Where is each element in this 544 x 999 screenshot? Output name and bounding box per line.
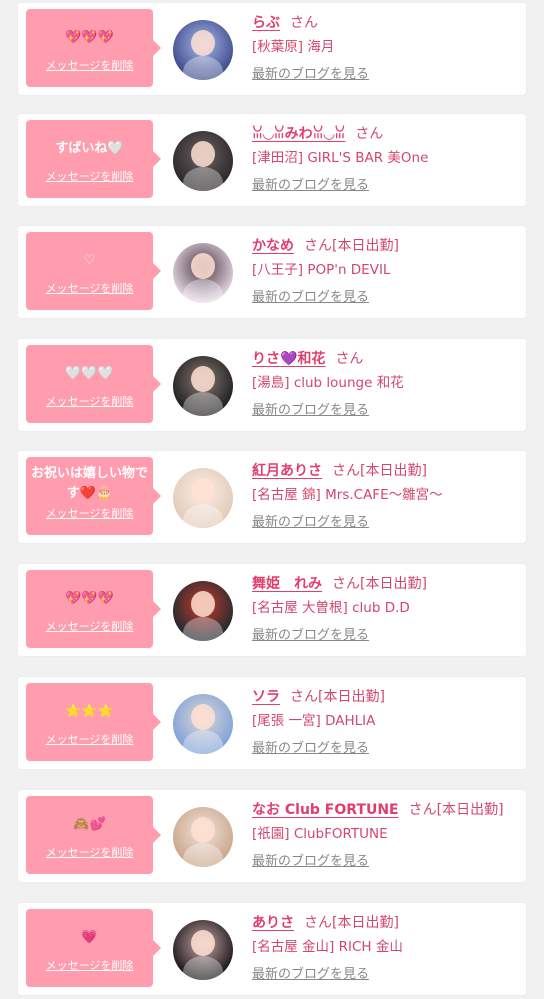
latest-blog-link[interactable]: 最新のブログを見る xyxy=(252,63,369,87)
avatar[interactable] xyxy=(173,243,233,303)
cast-info: ありさ さん[本日出勤] [名古屋 金山] RICH 金山 最新のブログを見る xyxy=(252,910,518,987)
cast-name-link[interactable]: かなめ xyxy=(252,238,294,254)
cast-name-link[interactable]: 紅月ありさ xyxy=(252,463,322,479)
message-card: ⭐⭐⭐ メッセージを削除 ソラ さん[本日出勤] [尾張 一宮] DAHLIA 最… xyxy=(18,677,526,769)
attendance-status: [本日出勤] xyxy=(332,915,399,931)
shop-name: [名古屋 大曽根] club D.D xyxy=(252,600,410,616)
honorific: さん xyxy=(335,351,364,367)
message-bubble: すばいね🤍 メッセージを削除 xyxy=(26,120,161,198)
message-bubble: 🙈💕 メッセージを削除 xyxy=(26,796,161,874)
cast-name-link[interactable]: りさ💜和花 xyxy=(252,351,325,367)
delete-message-link[interactable]: メッセージを削除 xyxy=(26,618,153,634)
attendance-status: [本日出勤] xyxy=(332,238,399,254)
message-card: 🙈💕 メッセージを削除 なお Club FORTUNE さん[本日出勤] [祇園]… xyxy=(18,790,526,882)
delete-message-link[interactable]: メッセージを削除 xyxy=(26,168,153,184)
message-text: お祝いは嬉しい物です❤️🎂 xyxy=(30,466,148,501)
shop-name: [祇園] ClubFORTUNE xyxy=(252,826,388,842)
message-bubble: ⭐⭐⭐ メッセージを削除 xyxy=(26,683,161,761)
attendance-status: [本日出勤] xyxy=(318,689,385,705)
latest-blog-link[interactable]: 最新のブログを見る xyxy=(252,511,369,535)
latest-blog-link[interactable]: 最新のブログを見る xyxy=(252,737,369,761)
cast-name-link[interactable]: らぶ xyxy=(252,15,280,31)
delete-message-link[interactable]: メッセージを削除 xyxy=(26,393,153,409)
cast-name-link[interactable]: ソラ xyxy=(252,689,280,705)
latest-blog-link[interactable]: 最新のブログを見る xyxy=(252,624,369,648)
cast-info: ソラ さん[本日出勤] [尾張 一宮] DAHLIA 最新のブログを見る xyxy=(252,684,518,761)
honorific: さん xyxy=(355,126,384,142)
avatar[interactable] xyxy=(173,20,233,80)
avatar[interactable] xyxy=(173,356,233,416)
cast-name-link[interactable]: ありさ xyxy=(252,915,294,931)
message-bubble: 💖💖💖 メッセージを削除 xyxy=(26,570,161,648)
avatar[interactable] xyxy=(173,468,233,528)
shop-name: [秋葉原] 海月 xyxy=(252,39,335,55)
delete-message-link[interactable]: メッセージを削除 xyxy=(26,280,153,296)
delete-message-link[interactable]: メッセージを削除 xyxy=(26,957,153,973)
delete-message-link[interactable]: メッセージを削除 xyxy=(26,731,153,747)
message-text: 💖💖💖 xyxy=(65,30,114,45)
cast-info: ꈍ◡ꈍみわꈍ◡ꈍ さん [津田沼] GIRL'S BAR 美One 最新のブログを… xyxy=(252,121,518,198)
cast-info: かなめ さん[本日出勤] [八王子] POP'n DEVIL 最新のブログを見る xyxy=(252,233,518,310)
shop-name: [津田沼] GIRL'S BAR 美One xyxy=(252,150,429,166)
cast-info: 紅月ありさ さん[本日出勤] [名古屋 錦] Mrs.CAFE～雛宮～ 最新のブロ… xyxy=(252,458,518,535)
message-card: 🤍🤍🤍 メッセージを削除 りさ💜和花 さん [湯島] club lounge 和花… xyxy=(18,339,526,431)
cast-info: りさ💜和花 さん [湯島] club lounge 和花 最新のブログを見る xyxy=(252,346,518,423)
message-bubble: 🤍🤍🤍 メッセージを削除 xyxy=(26,345,161,423)
message-text: ⭐⭐⭐ xyxy=(65,704,114,719)
shop-name: [湯島] club lounge 和花 xyxy=(252,375,404,391)
avatar[interactable] xyxy=(173,694,233,754)
avatar[interactable] xyxy=(173,131,233,191)
avatar[interactable] xyxy=(173,581,233,641)
delete-message-link[interactable]: メッセージを削除 xyxy=(26,844,153,860)
attendance-status: [本日出勤] xyxy=(360,576,427,592)
honorific: さん xyxy=(290,15,318,31)
message-card: お祝いは嬉しい物です❤️🎂 メッセージを削除 紅月ありさ さん[本日出勤] [名古… xyxy=(18,451,526,543)
message-text: 💗 xyxy=(81,930,98,945)
shop-name: [尾張 一宮] DAHLIA xyxy=(252,713,376,729)
latest-blog-link[interactable]: 最新のブログを見る xyxy=(252,399,369,423)
latest-blog-link[interactable]: 最新のブログを見る xyxy=(252,963,369,987)
cast-name-link[interactable]: ꈍ◡ꈍみわꈍ◡ꈍ xyxy=(252,126,345,142)
message-list: 💖💖💖 メッセージを削除 らぶ さん [秋葉原] 海月 最新のブログを見る すばい… xyxy=(0,0,544,999)
avatar[interactable] xyxy=(173,807,233,867)
latest-blog-link[interactable]: 最新のブログを見る xyxy=(252,174,369,198)
honorific: さん xyxy=(408,802,437,818)
message-bubble: ♡ メッセージを削除 xyxy=(26,232,161,310)
message-card: すばいね🤍 メッセージを削除 ꈍ◡ꈍみわꈍ◡ꈍ さん [津田沼] GIRL'S B… xyxy=(18,114,526,206)
delete-message-link[interactable]: メッセージを削除 xyxy=(26,57,153,73)
honorific: さん xyxy=(290,689,318,705)
message-card: 💖💖💖 メッセージを削除 らぶ さん [秋葉原] 海月 最新のブログを見る xyxy=(18,3,526,95)
message-text: 🤍🤍🤍 xyxy=(65,366,114,381)
honorific: さん xyxy=(332,463,360,479)
cast-info: なお Club FORTUNE さん[本日出勤] [祇園] ClubFORTUNE… xyxy=(252,797,518,874)
honorific: さん xyxy=(304,915,332,931)
cast-info: 舞姫 れみ さん[本日出勤] [名古屋 大曽根] club D.D 最新のブログを… xyxy=(252,571,518,648)
attendance-status: [本日出勤] xyxy=(360,463,427,479)
honorific: さん xyxy=(304,238,332,254)
message-bubble: 💖💖💖 メッセージを削除 xyxy=(26,9,161,87)
message-card: 💗 メッセージを削除 ありさ さん[本日出勤] [名古屋 金山] RICH 金山 … xyxy=(18,903,526,995)
message-text: すばいね🤍 xyxy=(55,141,124,156)
attendance-status: [本日出勤] xyxy=(436,802,504,818)
message-text: 💖💖💖 xyxy=(65,591,114,606)
message-card: 💖💖💖 メッセージを削除 舞姫 れみ さん[本日出勤] [名古屋 大曽根] clu… xyxy=(18,564,526,656)
message-text: ♡ xyxy=(83,253,96,268)
latest-blog-link[interactable]: 最新のブログを見る xyxy=(252,286,369,310)
avatar[interactable] xyxy=(173,920,233,980)
delete-message-link[interactable]: メッセージを削除 xyxy=(26,505,153,521)
cast-name-link[interactable]: 舞姫 れみ xyxy=(252,576,322,592)
shop-name: [名古屋 金山] RICH 金山 xyxy=(252,939,403,955)
message-card: ♡ メッセージを削除 かなめ さん[本日出勤] [八王子] POP'n DEVIL… xyxy=(18,226,526,318)
honorific: さん xyxy=(332,576,360,592)
cast-info: らぶ さん [秋葉原] 海月 最新のブログを見る xyxy=(252,10,518,87)
message-text: 🙈💕 xyxy=(73,817,106,832)
message-bubble: 💗 メッセージを削除 xyxy=(26,909,161,987)
cast-name-link[interactable]: なお Club FORTUNE xyxy=(252,802,399,818)
shop-name: [八王子] POP'n DEVIL xyxy=(252,262,391,278)
message-bubble: お祝いは嬉しい物です❤️🎂 メッセージを削除 xyxy=(26,457,161,535)
shop-name: [名古屋 錦] Mrs.CAFE～雛宮～ xyxy=(252,487,443,503)
latest-blog-link[interactable]: 最新のブログを見る xyxy=(252,850,369,874)
